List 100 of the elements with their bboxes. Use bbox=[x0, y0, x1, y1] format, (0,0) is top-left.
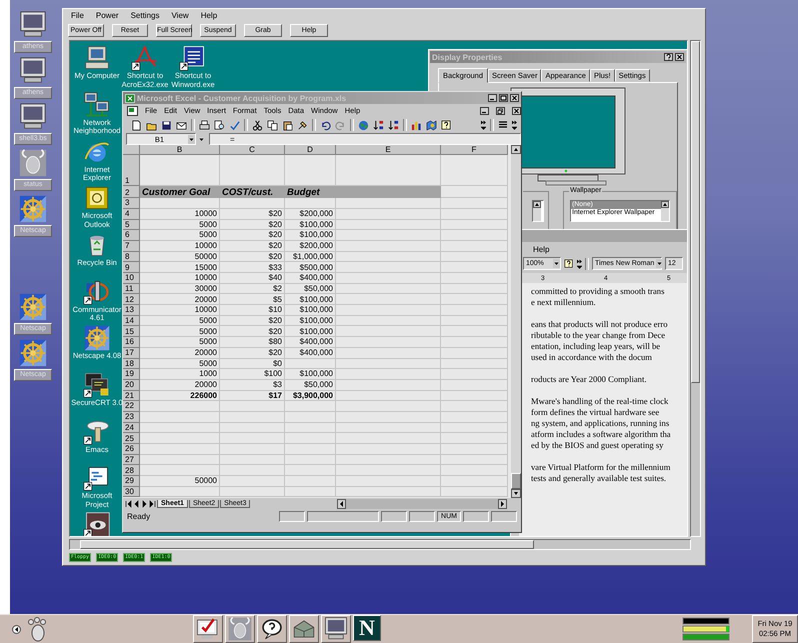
row-header[interactable]: 28 bbox=[123, 465, 140, 476]
column-header[interactable]: D bbox=[285, 145, 336, 156]
table-cell: $20 bbox=[220, 326, 285, 338]
table-cell: 10000 bbox=[140, 305, 220, 316]
row-header[interactable]: 18 bbox=[123, 358, 140, 370]
row-header[interactable]: 23 bbox=[123, 412, 140, 423]
row-header[interactable]: 16 bbox=[123, 337, 140, 348]
text-line: Mware's handling of the real-time clock bbox=[531, 396, 670, 408]
table-cell: 5000 bbox=[140, 220, 220, 230]
table-cell: $3,900,000 bbox=[285, 390, 336, 402]
row-header[interactable]: 4 bbox=[123, 208, 140, 220]
row-header[interactable]: 11 bbox=[123, 284, 140, 294]
column-header[interactable]: B bbox=[140, 145, 220, 156]
menu-item[interactable]: File bbox=[71, 11, 84, 20]
table-cell: $10 bbox=[220, 305, 285, 316]
table-cell: $20 bbox=[220, 220, 285, 230]
table-cell: 5000 bbox=[140, 358, 220, 370]
table-cell: 1000 bbox=[140, 369, 220, 380]
window-title: Display Properties bbox=[432, 52, 504, 62]
row-header[interactable]: 3 bbox=[123, 198, 140, 209]
table-cell: 50000 bbox=[140, 476, 220, 487]
column-header[interactable]: E bbox=[336, 145, 441, 156]
table-cell: $40 bbox=[220, 273, 285, 284]
row-header[interactable]: 14 bbox=[123, 316, 140, 326]
row-header[interactable]: 26 bbox=[123, 444, 140, 455]
text-line: form defines the virtual hardware see bbox=[531, 407, 660, 418]
table-cell: $20 bbox=[220, 208, 285, 220]
row-header[interactable]: 15 bbox=[123, 326, 140, 338]
row-header[interactable]: 12 bbox=[123, 294, 140, 306]
launcher-button[interactable]: N bbox=[353, 615, 381, 641]
menu-item[interactable]: Help bbox=[533, 244, 550, 254]
table-cell: $500,000 bbox=[285, 262, 336, 274]
text-line: eans that products will not produce erro bbox=[531, 319, 669, 330]
table-cell: $100,000 bbox=[285, 220, 336, 230]
table-cell: 20000 bbox=[140, 348, 220, 359]
table-cell: $20 bbox=[220, 230, 285, 241]
text-line: roducts are Year 2000 Compliant. bbox=[531, 374, 648, 386]
row-header[interactable]: 13 bbox=[123, 305, 140, 316]
table-cell: Customer Goal bbox=[140, 186, 220, 198]
text-line: entation, including leap years, will be bbox=[531, 341, 662, 352]
table-cell: $200,000 bbox=[285, 240, 336, 252]
table-cell: $100,000 bbox=[285, 316, 336, 326]
row-header[interactable]: 22 bbox=[123, 401, 140, 412]
row-header[interactable]: 24 bbox=[123, 422, 140, 434]
table-cell: $80 bbox=[220, 337, 285, 348]
table-cell: $50,000 bbox=[285, 284, 336, 294]
row-header[interactable]: 6 bbox=[123, 230, 140, 241]
menu-item[interactable]: Settings bbox=[130, 11, 160, 20]
text-line: ng system, and applications, running ins bbox=[531, 418, 670, 430]
table-cell: 15000 bbox=[140, 262, 220, 274]
table-cell: 50000 bbox=[140, 252, 220, 262]
text-line: atform includes a software algorithm tha bbox=[531, 429, 672, 440]
row-header[interactable]: 27 bbox=[123, 454, 140, 466]
table-cell: $5 bbox=[220, 294, 285, 306]
row-header[interactable]: 20 bbox=[123, 380, 140, 391]
row-header[interactable]: 7 bbox=[123, 240, 140, 252]
row-header[interactable]: 17 bbox=[123, 348, 140, 359]
table-cell: 10000 bbox=[140, 240, 220, 252]
row-header[interactable]: 8 bbox=[123, 252, 140, 262]
table-cell: $20 bbox=[220, 240, 285, 252]
row-header[interactable]: 9 bbox=[123, 262, 140, 274]
text-line: ed by the BIOS and guest operating sy bbox=[531, 440, 664, 452]
table-cell: $17 bbox=[220, 390, 285, 402]
table-cell: 10000 bbox=[140, 208, 220, 220]
row-header[interactable]: 21 bbox=[123, 390, 140, 402]
table-cell: 20000 bbox=[140, 380, 220, 391]
menu-item[interactable]: View bbox=[171, 11, 189, 20]
formula-bar[interactable]: = bbox=[209, 133, 521, 146]
menu-item[interactable]: Help bbox=[200, 11, 218, 20]
table-cell: $2 bbox=[220, 284, 285, 294]
menu-item[interactable]: Power bbox=[96, 11, 119, 20]
table-cell: $1,000,000 bbox=[285, 252, 336, 262]
column-header[interactable]: C bbox=[220, 145, 285, 156]
table-cell: 10000 bbox=[140, 273, 220, 284]
table-cell: 226000 bbox=[140, 390, 220, 402]
table-cell: COST/cust. bbox=[220, 186, 285, 198]
table-cell: $20 bbox=[220, 252, 285, 262]
table-cell: $200,000 bbox=[285, 208, 336, 220]
table-cell: $33 bbox=[220, 262, 285, 274]
table-cell: 5000 bbox=[140, 326, 220, 338]
row-header[interactable]: 25 bbox=[123, 433, 140, 444]
row-header[interactable]: 5 bbox=[123, 220, 140, 230]
text-line: ributable to the year change from Dece bbox=[531, 330, 666, 342]
row-header[interactable]: 1 bbox=[123, 155, 140, 186]
row-header[interactable]: 19 bbox=[123, 369, 140, 380]
table-cell: $20 bbox=[220, 348, 285, 359]
row-header[interactable]: 2 bbox=[123, 186, 140, 198]
status-text: Ready bbox=[127, 512, 152, 522]
table-cell: $3 bbox=[220, 380, 285, 391]
table-cell: 5000 bbox=[140, 316, 220, 326]
row-header[interactable]: 10 bbox=[123, 273, 140, 284]
table-cell: Budget bbox=[285, 186, 336, 198]
row-header[interactable]: 29 bbox=[123, 476, 140, 487]
column-header[interactable]: F bbox=[441, 145, 508, 156]
table-cell: $100,000 bbox=[285, 230, 336, 241]
table-cell: 5000 bbox=[140, 337, 220, 348]
table-cell: $100 bbox=[220, 369, 285, 380]
text-line: tests and generally available test suites. bbox=[531, 473, 668, 484]
table-cell: $400,000 bbox=[285, 348, 336, 359]
row-header[interactable]: 30 bbox=[123, 486, 140, 498]
